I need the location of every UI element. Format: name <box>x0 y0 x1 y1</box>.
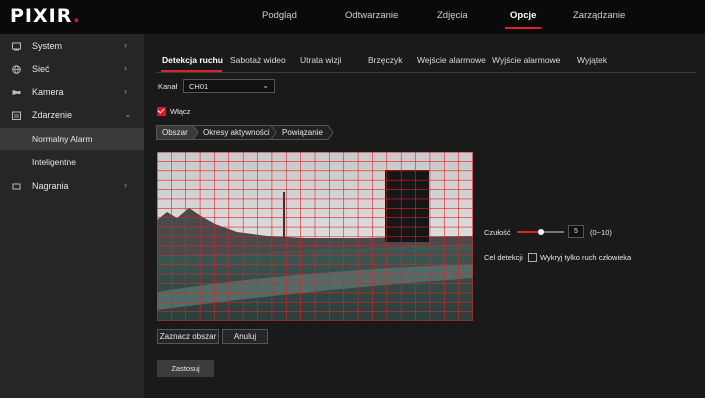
brand-logo: PIXIR. <box>10 5 81 27</box>
channel-select[interactable]: CH01 ⌄ <box>183 79 275 93</box>
tab-exception[interactable]: Wyjątek <box>577 55 607 65</box>
chevron-right-icon: › <box>124 180 127 190</box>
sidebar-item-event[interactable]: Zdarzenie ⌄ <box>0 105 144 127</box>
top-bar: PIXIR. Podgląd Odtwarzanie Zdjęcia Opcje… <box>0 0 705 34</box>
detection-target-label: Cel detekcji <box>484 253 523 262</box>
tabs-divider <box>156 72 696 73</box>
sidebar-item-network[interactable]: Sieć › <box>0 59 144 81</box>
chevron-right-icon: › <box>124 86 127 96</box>
nav-zarzadzanie[interactable]: Zarządzanie <box>573 10 625 21</box>
sidebar-item-label: Sieć <box>32 64 50 74</box>
enable-label: Włącz <box>170 107 191 116</box>
sidebar-subitem-label: Normalny Alarm <box>32 134 93 144</box>
sensitivity-label: Czułość <box>484 228 511 237</box>
apply-button[interactable]: Zastosuj <box>157 360 214 377</box>
camera-icon <box>12 90 21 95</box>
tab-alarm-output[interactable]: Wyjście alarmowe <box>492 55 560 65</box>
sidebar-item-system[interactable]: System › <box>0 36 144 58</box>
sensitivity-range: (0~10) <box>590 228 612 237</box>
chevron-down-icon: ⌄ <box>124 109 132 119</box>
app-window: PIXIR. Podgląd Odtwarzanie Zdjęcia Opcje… <box>0 0 705 398</box>
sidebar-item-label: Nagrania <box>32 181 69 191</box>
main-panel: Detekcja ruchu Sabotaż wideo Utrata wizj… <box>144 34 705 398</box>
cancel-button[interactable]: Anuluj <box>222 329 268 344</box>
nav-active-indicator <box>505 27 541 29</box>
chevron-right-icon: › <box>124 40 127 50</box>
nav-podglad[interactable]: Podgląd <box>262 10 297 21</box>
chevron-right-icon: › <box>124 63 127 73</box>
sidebar-item-camera[interactable]: Kamera › <box>0 82 144 104</box>
recordings-icon <box>12 183 21 190</box>
sidebar-item-label: Kamera <box>32 87 64 97</box>
tab-video-loss[interactable]: Utrata wizji <box>300 55 342 65</box>
nav-odtwarzanie[interactable]: Odtwarzanie <box>345 10 398 21</box>
sidebar-subitem-intelligent[interactable]: Inteligentne <box>0 151 144 173</box>
tab-buzzer[interactable]: Brzęczyk <box>368 55 402 65</box>
network-icon <box>12 65 21 74</box>
human-only-checkbox[interactable] <box>528 253 537 262</box>
channel-value: CH01 <box>189 82 209 91</box>
system-icon <box>12 42 21 51</box>
channel-label: Kanał <box>158 82 178 91</box>
enable-checkbox[interactable] <box>157 107 166 116</box>
tab-motion-detection[interactable]: Detekcja ruchu <box>162 55 223 65</box>
sidebar-item-recordings[interactable]: Nagrania › <box>0 176 144 198</box>
sidebar-subitem-label: Inteligentne <box>32 157 76 167</box>
sidebar-item-label: System <box>32 41 63 51</box>
nav-zdjecia[interactable]: Zdjęcia <box>437 10 468 21</box>
sensitivity-input[interactable]: 5 <box>568 225 584 238</box>
tab-active-indicator <box>161 70 222 72</box>
video-preview[interactable] <box>157 152 473 321</box>
tab-video-tampering[interactable]: Sabotaż wideo <box>230 55 286 65</box>
event-icon <box>12 111 21 120</box>
nav-opcje[interactable]: Opcje <box>510 10 536 21</box>
sensitivity-slider-fill <box>517 231 541 233</box>
sidebar-item-label: Zdarzenie <box>32 110 73 120</box>
chevron-down-icon: ⌄ <box>262 81 269 90</box>
tab-alarm-input[interactable]: Wejście alarmowe <box>417 55 486 65</box>
camera-scene <box>157 152 473 321</box>
sidebar: System › Sieć › Kamera › Zdarzenie ⌄ Nor… <box>0 34 144 398</box>
mark-area-button[interactable]: Zaznacz obszar <box>157 329 219 344</box>
human-only-label: Wykryj tylko ruch człowieka <box>540 253 632 262</box>
sensitivity-slider-handle[interactable] <box>537 229 544 235</box>
sidebar-subitem-normal-alarm[interactable]: Normalny Alarm <box>0 128 144 150</box>
